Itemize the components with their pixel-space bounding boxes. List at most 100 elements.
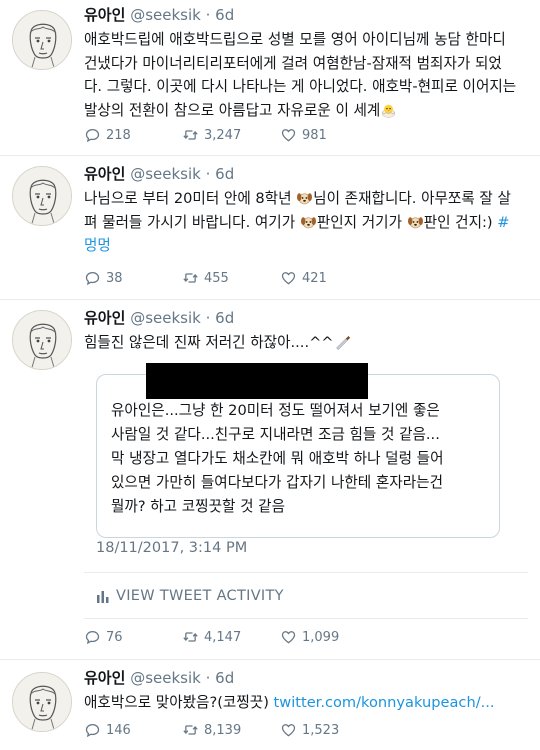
display-name[interactable]: 유아인 [84,6,125,24]
reply-count: 146 [106,722,131,738]
tweet-text-line: 다. 그렇다. 이곳에 다시 나타나는 게 아니었다. 애호박-현피로 이어지는 [84,78,517,95]
tweet-text-segment: 판인지 거기가 [316,213,407,231]
display-name[interactable]: 유아인 [84,669,125,687]
user-handle[interactable]: @seeksik [130,6,201,24]
tweet-timestamp[interactable]: 18/11/2017, 3:14 PM [96,540,247,556]
retweet-button[interactable]: 3,247 [182,127,280,143]
divider [84,572,528,573]
tweet-text-segment: 애호박으로 맞아봤음?(코찡끗) [84,694,274,711]
tweet-time[interactable]: 6d [215,669,234,687]
divider [84,618,528,619]
heart-icon [280,127,297,143]
hashtag-link[interactable]: 멍멍 [84,237,111,254]
like-count: 981 [302,127,327,143]
avatar[interactable] [12,166,72,226]
like-count: 421 [302,270,327,286]
tweet[interactable]: 유아인 @seeksik · 6d 애호박드립에 애호박드립으로 성별 모를 영… [0,0,540,156]
retweet-icon [182,127,199,143]
tweet-text-line: 건냈다가 마이너리티리포터에게 걸려 여혐한남-잠재적 범죄자가 되었 [84,54,502,72]
tweet-header: 유아인 @seeksik · 6d [84,164,528,184]
tweet-feed: 유아인 @seeksik · 6d 애호박드립에 애호박드립으로 성별 모를 영… [0,0,540,750]
tweet-text-segment: 님이 존재합니다. 아무쪼록 잘 살 [313,190,511,207]
quoted-text-line: 뭘까? 하고 코찡끗할 것 같음 [111,498,285,515]
separator-dot: · [205,669,211,687]
activity-label: VIEW TWEET ACTIVITY [116,588,284,604]
tweet-actions: 38 455 421 [84,270,378,286]
tweet-text-line: 애호박드립에 애호박드립으로 성별 모를 영어 아이디님께 농담 한마디 [84,31,506,48]
heart-icon [280,270,297,286]
reply-count: 218 [106,127,131,143]
user-handle[interactable]: @seeksik [130,669,201,687]
dog-emoji [296,190,313,206]
reply-icon [84,629,101,645]
knife-emoji [334,334,351,350]
tweet-link[interactable]: twitter.com/konnyakupeach/... [274,694,495,711]
tweet-text: 애호박드립에 애호박드립으로 성별 모를 영어 아이디님께 농담 한마디 건냈다… [84,28,528,122]
retweet-icon [182,722,199,738]
tweet-text-line: 나님으로 부터 20미터 안에 8학년 님이 존재합니다. 아무쪼록 잘 살 [84,187,528,211]
tweet-text: 나님으로 부터 20미터 안에 8학년 님이 존재합니다. 아무쪼록 잘 살 펴… [84,187,528,258]
reply-icon [84,127,101,143]
display-name[interactable]: 유아인 [84,309,125,327]
tweet-text-segment: 힘들진 않은데 진짜 저러긴 하잖아....^^ [84,334,334,351]
retweet-count: 8,139 [204,722,242,738]
retweet-button[interactable]: 4,147 [182,629,280,645]
user-handle[interactable]: @seeksik [130,165,201,183]
avatar[interactable] [12,10,72,70]
user-handle[interactable]: @seeksik [130,309,201,327]
tweet-time[interactable]: 6d [215,6,234,24]
tweet-header: 유아인 @seeksik · 6d [84,668,528,688]
tweet-actions: 76 4,147 1,099 [84,629,378,645]
tweet-text-segment: 발상의 전환이 참으로 아름답고 자유로운 이 세계 [84,101,381,119]
quoted-text-line: 막 냉장고 열다가도 채소칸에 뭐 애호박 하나 덜렁 들어 [111,450,444,467]
reply-icon [84,270,101,286]
separator-dot: · [205,6,211,24]
reply-count: 76 [106,629,123,645]
bar-chart-icon [96,589,110,603]
tweet-header: 유아인 @seeksik · 6d [84,5,528,25]
avatar[interactable] [12,310,72,370]
hashtag-link[interactable]: # [497,214,509,231]
tweet[interactable]: 유아인 @seeksik · 6d 애호박으로 맞아봤음?(코찡끗) twitt… [0,660,540,750]
tweet-body: 유아인 @seeksik · 6d 힘들진 않은데 진짜 저러긴 하잖아....… [84,308,528,538]
quoted-text-line: 사람일 것 같다...친구로 지내라면 조금 힘들 것 같음... [111,426,440,443]
retweet-icon [182,629,199,645]
retweet-button[interactable]: 8,139 [182,722,280,738]
tweet-text-line: 발상의 전환이 참으로 아름답고 자유로운 이 세계 [84,99,528,123]
tweet[interactable]: 유아인 @seeksik · 6d 나님으로 부터 20미터 안에 8학년 님이… [0,156,540,300]
tweet-body: 유아인 @seeksik · 6d 애호박으로 맞아봤음?(코찡끗) twitt… [84,668,528,715]
tweet-text-line: 펴 물러들 가시기 바랍니다. 여기가 판인지 거기가 판인 건지:) # [84,211,528,235]
dog-emoji [407,214,424,230]
quoted-text-line: 유아인은...그냥 한 20미터 정도 떨어져서 보기엔 좋은 [111,402,440,419]
reply-button[interactable]: 146 [84,722,182,738]
separator-dot: · [205,165,211,183]
heart-icon [280,722,297,738]
dog-emoji [300,214,317,230]
retweet-button[interactable]: 455 [182,270,280,286]
tweet[interactable]: 유아인 @seeksik · 6d 힘들진 않은데 진짜 저러긴 하잖아....… [0,300,540,660]
quoted-text-line: 있으면 가만히 들여다보다가 갑자기 나한테 혼자라는건 [111,474,444,491]
tweet-actions: 146 8,139 1,523 [84,722,378,738]
tweet-body: 유아인 @seeksik · 6d 애호박드립에 애호박드립으로 성별 모를 영… [84,5,528,122]
tweet-time[interactable]: 6d [215,165,234,183]
view-tweet-activity-link[interactable]: VIEW TWEET ACTIVITY [96,588,284,604]
retweet-icon [182,270,199,286]
tweet-header: 유아인 @seeksik · 6d [84,308,528,328]
reply-button[interactable]: 76 [84,629,182,645]
like-button[interactable]: 1,523 [280,722,378,738]
like-button[interactable]: 981 [280,127,378,143]
reply-button[interactable]: 38 [84,270,182,286]
reply-icon [84,722,101,738]
reply-button[interactable]: 218 [84,127,182,143]
tweet-time[interactable]: 6d [215,309,234,327]
heart-icon [280,629,297,645]
reply-count: 38 [106,270,123,286]
like-button[interactable]: 1,099 [280,629,378,645]
tweet-text: 힘들진 않은데 진짜 저러긴 하잖아....^^ [84,331,528,355]
avatar[interactable] [12,672,72,732]
tweet-text-segment: 나님으로 부터 20미터 안에 8학년 [84,190,297,207]
like-button[interactable]: 421 [280,270,378,286]
separator-dot: · [205,309,211,327]
display-name[interactable]: 유아인 [84,165,125,183]
tweet-actions: 218 3,247 981 [84,127,378,143]
